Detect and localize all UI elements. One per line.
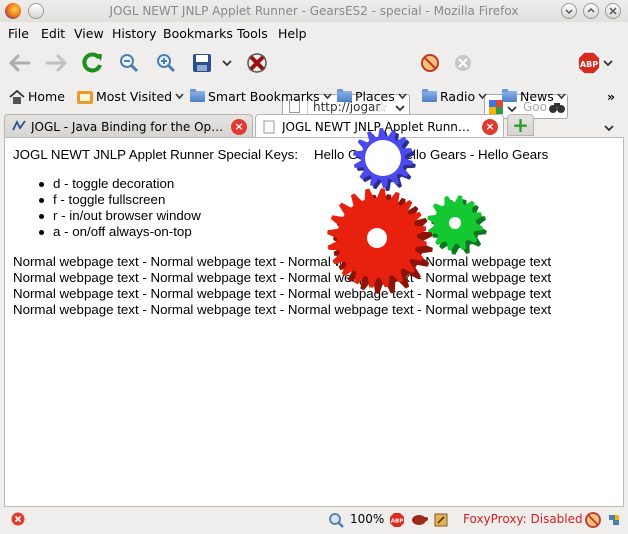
special-keys-list: d - toggle decoration f - toggle fullscr… xyxy=(39,176,201,240)
jogl-favicon-icon xyxy=(12,120,26,131)
folder-icon xyxy=(422,89,437,102)
foxyproxy-icon[interactable] xyxy=(585,512,601,528)
list-item: d - toggle decoration xyxy=(39,176,201,192)
chevron-down-icon xyxy=(557,93,566,100)
bookmark-places[interactable]: Places xyxy=(337,89,407,104)
menu-view[interactable]: View xyxy=(74,26,104,41)
page-content: JOGL NEWT JNLP Applet Runner Special Key… xyxy=(4,128,624,507)
home-icon xyxy=(9,89,25,104)
save-icon xyxy=(193,54,211,72)
tab-label: JOGL - Java Binding for the Open... xyxy=(31,120,226,134)
menu-bar: File Edit View History Bookmarks Tools H… xyxy=(0,22,628,44)
chevron-down-icon xyxy=(604,125,614,132)
chevron-down-icon xyxy=(323,93,332,100)
chevron-down-icon xyxy=(175,93,184,100)
chevron-down-icon xyxy=(478,93,487,100)
menu-edit[interactable]: Edit xyxy=(41,26,65,41)
bookmark-news[interactable]: News xyxy=(502,89,566,104)
zoom-status-icon[interactable] xyxy=(328,512,344,528)
maximize-icon xyxy=(587,7,595,13)
list-item: r - in/out browser window xyxy=(39,208,201,224)
folder-icon xyxy=(190,89,205,102)
error-status-icon[interactable] xyxy=(11,512,25,526)
folder-icon xyxy=(337,89,352,102)
tortoise-icon[interactable] xyxy=(410,512,428,526)
close-button[interactable] xyxy=(605,3,621,19)
adblock-button[interactable]: ABP xyxy=(577,51,601,75)
adblock-dropdown[interactable] xyxy=(601,51,615,75)
page-favicon-icon xyxy=(263,120,275,134)
cancel-icon xyxy=(455,55,471,71)
body-text-line: Normal webpage text - Normal webpage tex… xyxy=(13,302,552,317)
zoom-level[interactable]: 100% xyxy=(350,512,384,526)
close-icon xyxy=(609,7,617,15)
minimize-icon xyxy=(565,9,573,15)
bookmark-smart-bookmarks[interactable]: Smart Bookmarks xyxy=(190,89,332,104)
red-gear xyxy=(327,188,433,294)
tab-list-button[interactable] xyxy=(604,121,614,135)
save-button[interactable] xyxy=(190,51,214,75)
maximize-button[interactable] xyxy=(583,3,599,19)
bookmarks-overflow-chevron[interactable]: » xyxy=(607,89,615,104)
minimize-button[interactable] xyxy=(561,3,577,19)
reload-icon xyxy=(82,52,102,73)
plugin-status-icon[interactable] xyxy=(606,512,622,528)
blocked-button[interactable] xyxy=(418,51,442,75)
foxyproxy-status[interactable]: FoxyProxy: Disabled xyxy=(463,512,583,526)
title-bar: JOGL NEWT JNLP Applet Runner - GearsES2 … xyxy=(0,0,628,22)
cancel-button[interactable] xyxy=(451,51,475,75)
bookmark-radio[interactable]: Radio xyxy=(422,89,487,104)
svg-text:ABP: ABP xyxy=(580,60,598,69)
folder-icon xyxy=(502,89,517,102)
reload-button[interactable] xyxy=(81,51,105,75)
back-button[interactable] xyxy=(8,51,32,75)
bookmark-most-visited[interactable]: Most Visited xyxy=(77,89,184,104)
list-item: f - toggle fullscreen xyxy=(39,192,201,208)
forward-icon xyxy=(45,54,68,72)
bookmark-home[interactable]: Home xyxy=(9,89,65,104)
svg-text:ABP: ABP xyxy=(391,519,403,525)
zoom-in-button[interactable] xyxy=(154,51,178,75)
save-menu-dropdown[interactable] xyxy=(220,51,234,75)
window-title: JOGL NEWT JNLP Applet Runner - GearsES2 … xyxy=(109,4,519,18)
zoom-out-icon xyxy=(120,54,139,73)
stop-icon xyxy=(247,53,267,73)
menu-history[interactable]: History xyxy=(112,26,156,41)
bookmarks-toolbar: Home Most Visited Smart Bookmarks Places… xyxy=(0,85,628,109)
edit-icon[interactable] xyxy=(433,512,449,528)
plus-icon: + xyxy=(512,113,529,137)
back-icon xyxy=(8,54,31,72)
green-gear xyxy=(427,195,487,255)
chevron-down-icon xyxy=(603,60,613,67)
forward-button[interactable] xyxy=(44,51,68,75)
new-tab-button[interactable]: + xyxy=(507,114,534,136)
chevron-down-icon xyxy=(398,93,407,100)
navigation-toolbar: http://jogar ☆ Goo ABP xyxy=(0,44,628,119)
status-bar: 100% ABP FoxyProxy: Disabled xyxy=(0,507,628,534)
stop-button[interactable] xyxy=(245,51,269,75)
adblock-icon: ABP xyxy=(577,51,601,75)
tab-jogl-java-binding[interactable]: JOGL - Java Binding for the Open... × xyxy=(4,114,253,138)
zoom-out-button[interactable] xyxy=(117,51,141,75)
menu-file[interactable]: File xyxy=(8,26,29,41)
special-keys-heading: JOGL NEWT JNLP Applet Runner Special Key… xyxy=(13,147,299,162)
adblock-status-icon[interactable]: ABP xyxy=(389,512,405,528)
gears-applet[interactable] xyxy=(325,128,495,298)
most-visited-icon xyxy=(77,90,93,104)
chevron-down-icon xyxy=(222,60,232,67)
menu-tools[interactable]: Tools xyxy=(237,26,268,41)
blocked-icon xyxy=(421,54,439,72)
tab-close-icon[interactable]: × xyxy=(231,119,247,135)
zoom-in-icon xyxy=(157,54,176,73)
menu-bookmarks[interactable]: Bookmarks xyxy=(163,26,233,41)
list-item: a - on/off always-on-top xyxy=(39,224,201,240)
menu-help[interactable]: Help xyxy=(278,26,307,41)
blue-gear xyxy=(353,128,416,191)
